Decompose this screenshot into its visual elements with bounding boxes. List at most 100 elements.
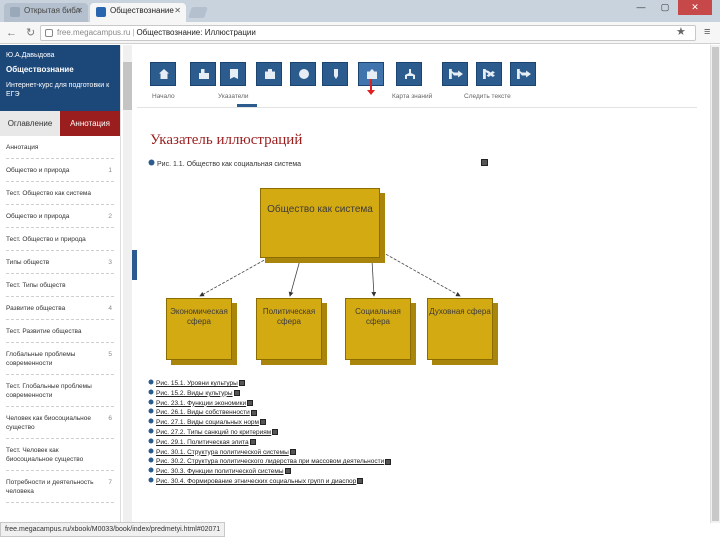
sidebar-collapse-handle[interactable] [132,250,137,280]
browser-toolbar: ← ↻ free.megacampus.ru | Обществознание: И… [0,22,720,44]
figure-link[interactable]: Рис. 15.1. Уровни культуры [156,380,238,387]
print-icon[interactable] [289,448,296,455]
glossary-button[interactable] [220,62,246,86]
notes-button[interactable] [322,62,348,86]
print-icon[interactable] [250,409,257,416]
sidebar-item[interactable]: Тест. Типы обществ [6,274,114,297]
close-panel-button[interactable] [476,62,502,86]
book-icon [230,69,238,79]
navigation-label[interactable]: Следить тексте [464,93,511,100]
figure-list-item[interactable]: Рис. 30.4. Формирование этнических социа… [148,477,448,487]
page-info-icon[interactable] [45,29,53,37]
figure-list-item[interactable]: Рис. 27.1. Виды социальных норм [148,418,448,428]
figure-link[interactable]: Рис. 30.4. Формирование этнических социа… [156,478,356,485]
sidebar-item-number: 1 [108,167,112,174]
sidebar-item[interactable]: Тест. Общество и природа [6,228,114,251]
address-bar[interactable]: free.megacampus.ru | Обществознание: Иллюс… [40,25,696,41]
print-icon[interactable] [238,380,245,387]
sidebar-item[interactable]: Развитие общества 4 [6,297,114,320]
links-button[interactable] [290,62,316,86]
figure-link[interactable]: Рис. 29.1. Политическая элита [156,439,249,446]
figure-link[interactable]: Рис. 30.2. Структура политического лидер… [156,458,384,465]
page-scrollbar[interactable] [710,45,720,523]
index-label[interactable]: Указатели [218,93,249,100]
print-icon[interactable] [247,399,254,406]
figure-list-item[interactable]: Рис. 30.1. Структура политической систем… [148,448,448,458]
window-close-button[interactable]: ✕ [678,0,712,15]
connector-economic [199,257,269,297]
home-button[interactable] [150,62,176,86]
print-icon[interactable] [249,439,256,446]
sidebar-item[interactable]: Тест. Человек как биосоциальное существо [6,439,114,471]
figure-list-item[interactable]: Рис. 26.1. Виды собственности [148,408,448,418]
new-tab-button[interactable] [188,7,208,18]
print-icon[interactable] [481,159,488,166]
figure-caption-link[interactable]: Рис. 1.1. Общество как социальная систем… [148,159,301,168]
tab-library[interactable]: Открытая библ ✕ [4,3,88,22]
sidebar-item[interactable]: Человек как биосоциальное существо 6 [6,407,114,439]
minimize-button[interactable]: — [630,0,652,15]
sidebar-item[interactable]: Типы обществ 3 [6,251,114,274]
sidebar-item[interactable]: Тест. Глобальные проблемы современности [6,375,114,407]
figure-link[interactable]: Рис. 27.1. Виды социальных норм [156,419,259,426]
figure-list-item[interactable]: Рис. 15.2. Виды культуры [148,389,448,399]
figure-list-item[interactable]: Рис. 30.3. Функции политической системы [148,467,448,477]
figure-list-item[interactable]: Рис. 29.1. Политическая элита [148,438,448,448]
close-tab-icon[interactable]: ✕ [174,6,181,15]
reload-icon[interactable]: ↻ [26,26,35,40]
figure-link[interactable]: Рис. 23.1. Функции экономики [156,400,246,407]
home-icon [159,69,169,79]
sphere-label: Политическая сфера [262,307,316,326]
print-icon[interactable] [233,390,240,397]
forward-button[interactable] [510,62,536,86]
diagram-center-label: Общество как система [267,204,373,215]
browser-tabstrip: Открытая библ ✕ Обществознание ✕ — ▢ ✕ [0,0,720,22]
sidebar-scroll-thumb[interactable] [123,62,132,110]
materials-button[interactable] [256,62,282,86]
print-icon[interactable] [284,468,291,475]
pen-icon [334,69,338,79]
authors-button[interactable] [190,62,216,86]
maximize-button[interactable]: ▢ [654,0,676,15]
figure-link[interactable]: Рис. 27.2. Типы санкций по критериям [156,429,271,436]
figure-link[interactable]: Рис. 30.3. Функции политической системы [156,468,284,475]
next-page-button[interactable] [442,62,468,86]
figure-link[interactable]: Рис. 15.2. Виды культуры [156,390,233,397]
print-icon[interactable] [357,478,364,485]
figure-link[interactable]: Рис. 26.1. Виды собственности [156,409,250,416]
sidebar-item[interactable]: Глобальные проблемы современности 5 [6,343,114,375]
sidebar-item-number: 4 [108,305,112,312]
print-icon[interactable] [272,429,279,436]
print-icon[interactable] [260,419,267,426]
print-icon[interactable] [385,458,392,465]
figure-list-item[interactable]: Рис. 23.1. Функции экономики [148,399,448,409]
sidebar-scrollbar[interactable] [123,45,132,523]
users-icon [199,69,209,79]
figure-list: Рис. 15.1. Уровни культуры Рис. 15.2. Вид… [148,379,448,487]
close-tab-icon[interactable]: ✕ [76,6,83,15]
sidebar-item[interactable]: Потребности и деятельность человека 7 [6,471,114,503]
society-diagram: Общество как система Экономическая сфера… [150,180,510,370]
sidebar-item[interactable]: Общество и природа 1 [6,159,114,182]
knowledge-map-button[interactable] [396,62,422,86]
sidebar-item[interactable]: Аннотация [6,136,114,159]
sidebar-item[interactable]: Общество и природа 2 [6,205,114,228]
figure-list-item[interactable]: Рис. 27.2. Типы санкций по критериям [148,428,448,438]
sidebar-item-number: 7 [108,479,112,486]
bookmark-star-icon[interactable]: ★ [676,26,686,38]
tab-toc[interactable]: Оглавление [0,111,60,136]
home-label[interactable]: Начало [152,93,175,100]
figure-link[interactable]: Рис. 30.1. Структура политической систем… [156,449,289,456]
figure-list-item[interactable]: Рис. 30.2. Структура политического лидер… [148,457,448,467]
page-scroll-thumb[interactable] [712,47,719,521]
figure-icon [148,399,154,405]
sidebar-item[interactable]: Тест. Развитие общества [6,320,114,343]
tab-annotation[interactable]: Аннотация [60,111,120,136]
back-arrow-icon[interactable]: ← [6,26,17,40]
figure-list-item[interactable]: Рис. 15.1. Уровни культуры [148,379,448,389]
knowledge-map-label[interactable]: Карта знаний [392,93,432,100]
sidebar-item[interactable]: Тест. Общество как система [6,182,114,205]
address-domain: free.megacampus.ru [57,28,131,37]
browser-menu-icon[interactable]: ≡ [704,26,710,38]
tab-social-studies[interactable]: Обществознание ✕ [90,3,186,22]
